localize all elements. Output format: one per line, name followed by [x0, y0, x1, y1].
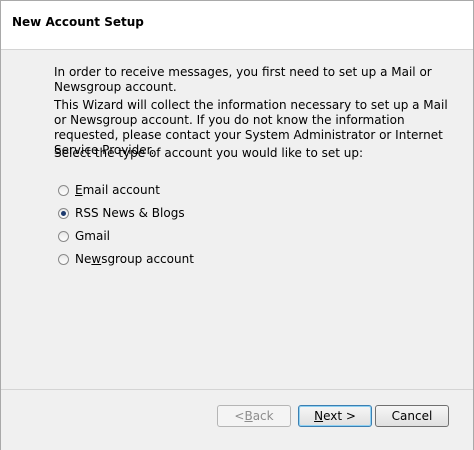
radio-button-selected[interactable]: [58, 207, 69, 219]
intro-paragraph-1: In order to receive messages, you first …: [54, 65, 432, 94]
wizard-header: New Account Setup: [1, 1, 473, 50]
wizard-content: In order to receive messages, you first …: [1, 50, 473, 389]
radio-rss-news-blogs[interactable]: RSS News & Blogs: [58, 205, 185, 221]
radio-button[interactable]: [58, 184, 69, 196]
radio-newsgroup-account[interactable]: Newsgroup account: [58, 251, 194, 267]
back-button[interactable]: < Back: [217, 405, 291, 427]
next-button[interactable]: Next >: [298, 405, 372, 427]
radio-gmail[interactable]: Gmail: [58, 228, 110, 244]
radio-email-account[interactable]: Email account: [58, 182, 160, 198]
account-type-prompt: Select the type of account you would lik…: [54, 146, 364, 160]
wizard-title: New Account Setup: [12, 15, 144, 29]
cancel-button[interactable]: Cancel: [375, 405, 449, 427]
radio-label-gmail: Gmail: [75, 229, 111, 243]
radio-button[interactable]: [58, 230, 69, 242]
radio-label-email-account: Email account: [75, 183, 160, 197]
radio-button[interactable]: [58, 253, 69, 265]
radio-label-newsgroup-account: Newsgroup account: [75, 252, 194, 266]
new-account-setup-window: New Account Setup In order to receive me…: [0, 0, 474, 450]
radio-label-rss-news-blogs: RSS News & Blogs: [75, 206, 185, 220]
wizard-footer: < Back Next > Cancel: [1, 389, 473, 450]
